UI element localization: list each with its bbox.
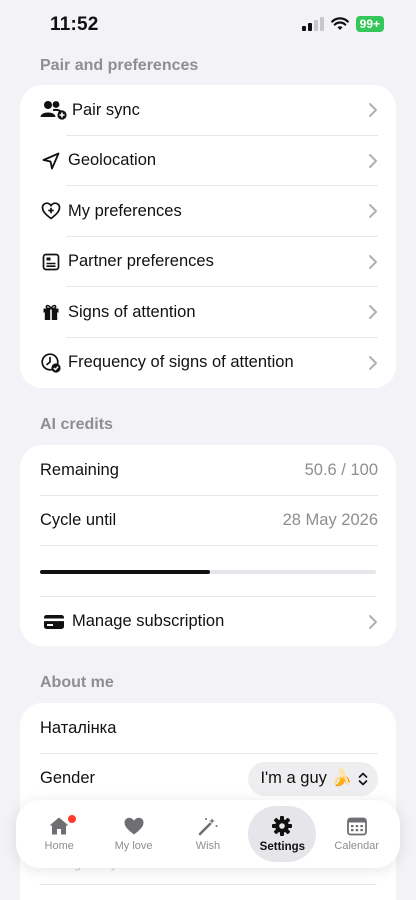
tab-home[interactable]: Home [25,806,93,862]
clock-check-icon [40,352,62,374]
credits-progress-bar [40,570,376,574]
row-label: Signs of attention [68,302,196,321]
gender-value: I'm a guy 🍌 [260,769,352,788]
row-gender: Gender I'm a guy 🍌 [20,754,396,805]
tab-calendar[interactable]: Calendar [323,806,391,862]
remaining-label: Remaining [40,460,119,479]
row-label: Partner preferences [68,252,214,271]
row-partner-preferences[interactable]: Partner preferences [20,237,396,287]
tab-label: My love [114,840,153,852]
wifi-icon [330,17,349,30]
row-my-preferences[interactable]: My preferences [20,186,396,237]
row-label: Pair sync [72,100,140,119]
row-remaining: Remaining 50.6 / 100 [20,445,396,496]
status-icons: 99+ [301,16,384,32]
gift-icon [40,301,62,323]
gender-label: Gender [40,769,96,788]
tab-settings[interactable]: Settings [248,806,317,862]
row-geolocation[interactable]: Geolocation [20,136,396,186]
heart-icon [124,817,144,835]
status-bar: 11:52 99+ [0,0,416,50]
row-pair-sync[interactable]: Pair sync [20,85,396,136]
home-icon [49,817,69,835]
row-label: Geolocation [68,151,157,170]
divider [40,884,376,885]
chevron-right-icon [369,204,377,219]
gender-select[interactable]: I'm a guy 🍌 [248,761,378,796]
section-header-ai-credits: AI credits [40,416,113,433]
id-card-icon [40,251,62,273]
row-frequency-signs[interactable]: Frequency of signs of attention [20,338,396,389]
chevron-right-icon [369,355,377,370]
row-label: Manage subscription [72,612,225,631]
calendar-icon [346,817,367,836]
notification-badge [68,815,77,823]
ai-credits-card: Remaining 50.6 / 100 Cycle until 28 May … [20,445,396,646]
tab-label: Settings [259,841,306,853]
gear-icon [272,816,293,836]
remaining-value: 50.6 / 100 [304,460,378,479]
credits-progress-fill [40,570,211,574]
row-label: Frequency of signs of attention [68,353,294,372]
cycle-label: Cycle until [40,511,117,530]
cycle-value: 28 May 2026 [282,511,378,530]
credit-card-icon [40,611,68,633]
credits-progress-row [20,546,396,597]
status-time: 11:52 [50,14,99,35]
battery-indicator: 99+ [355,16,384,32]
chevron-right-icon [369,614,377,629]
tab-label: Wish [195,840,221,852]
settings-screen: 11:52 99+ Pair and preferences Pair sync… [0,0,416,900]
tab-label: Home [44,840,74,852]
chevron-up-down-icon [358,772,368,786]
section-header-pair: Pair and preferences [40,57,199,74]
location-arrow-icon [40,150,62,172]
tab-wish[interactable]: Wish [174,806,242,862]
row-label: My preferences [68,201,182,220]
chevron-right-icon [369,153,377,168]
chevron-right-icon [369,305,377,320]
magic-wand-icon [198,818,218,836]
row-manage-subscription[interactable]: Manage subscription [20,597,396,647]
tab-my-love[interactable]: My love [100,806,168,862]
chevron-right-icon [369,254,377,269]
people-add-icon [40,99,68,121]
tab-label: Calendar [334,840,380,852]
row-name[interactable]: Наталінка [20,703,396,754]
heart-plus-icon [40,200,62,222]
row-cycle-until: Cycle until 28 May 2026 [20,496,396,546]
tab-bar: Home My love Wish Settings Calendar [16,800,400,868]
section-header-about-me: About me [40,674,114,691]
row-signs-of-attention[interactable]: Signs of attention [20,287,396,338]
chevron-right-icon [369,103,377,118]
name-value: Наталінка [40,718,117,737]
pair-preferences-card: Pair sync Geolocation My preferences Par… [20,85,396,388]
cellular-signal-icon [301,17,324,31]
